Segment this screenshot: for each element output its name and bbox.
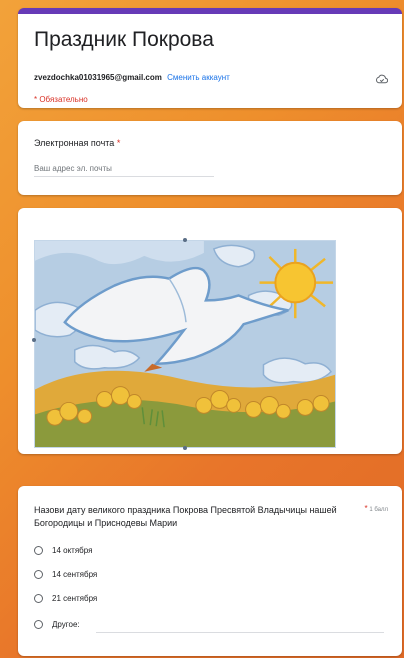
- email-label-text: Электронная почта: [34, 138, 115, 148]
- form-header-card: Праздник Покрова zvezdochka01031965@gmai…: [18, 8, 402, 108]
- radio-button[interactable]: [34, 570, 43, 579]
- option-label: 14 сентября: [52, 570, 98, 579]
- option-label: 21 сентября: [52, 594, 98, 603]
- image-card: [18, 208, 402, 454]
- image-resize-handle: [183, 238, 187, 242]
- account-row: zvezdochka01031965@gmail.com Сменить акк…: [34, 73, 230, 82]
- points-badge: * 1 балл: [365, 504, 388, 513]
- email-question-card: Электронная почта *: [18, 121, 402, 195]
- email-label: Электронная почта *: [34, 138, 120, 148]
- form-title: Праздник Покрова: [34, 28, 214, 51]
- option-2[interactable]: 14 сентября: [34, 570, 97, 579]
- switch-account-link[interactable]: Сменить аккаунт: [167, 73, 230, 82]
- required-asterisk: *: [116, 138, 121, 148]
- points-label: 1 балл: [369, 507, 388, 513]
- cloud-saved-icon: [376, 71, 389, 89]
- option-label: 14 октября: [52, 546, 93, 555]
- image-resize-handle: [183, 446, 187, 450]
- option-other[interactable]: Другое:: [34, 620, 80, 629]
- radio-button[interactable]: [34, 546, 43, 555]
- required-note: * Обязательно: [34, 95, 88, 104]
- other-text-input[interactable]: [96, 632, 384, 633]
- account-email: zvezdochka01031965@gmail.com: [34, 73, 162, 82]
- option-1[interactable]: 14 октября: [34, 546, 92, 555]
- radio-button[interactable]: [34, 620, 43, 629]
- image-resize-handle: [32, 338, 36, 342]
- radio-button[interactable]: [34, 594, 43, 603]
- question-text: Назови дату великого праздника Покрова П…: [34, 505, 337, 528]
- email-input[interactable]: [34, 164, 214, 177]
- drawing-image: [34, 240, 336, 448]
- required-asterisk: *: [364, 504, 368, 513]
- option-3[interactable]: 21 сентября: [34, 594, 97, 603]
- option-label: Другое:: [52, 620, 80, 629]
- date-question-card: Назови дату великого праздника Покрова П…: [18, 486, 402, 656]
